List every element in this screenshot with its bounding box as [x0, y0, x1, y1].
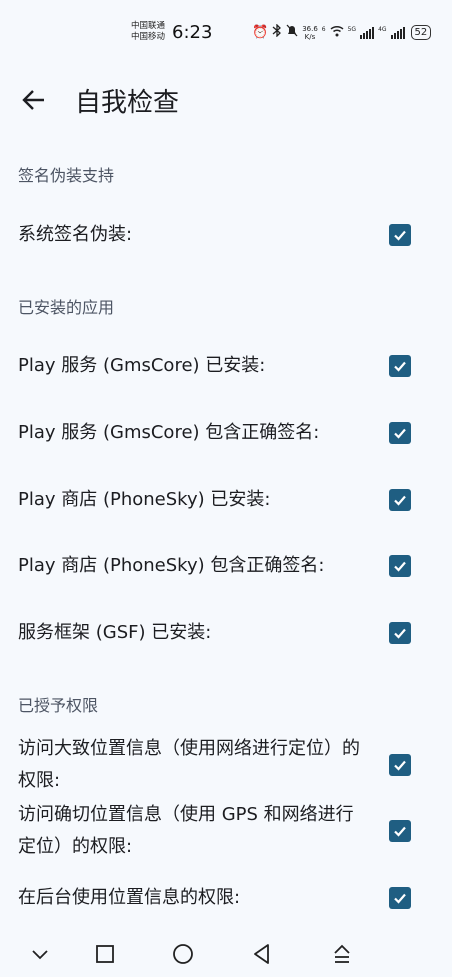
section-header-installed-apps: 已安装的应用: [18, 298, 115, 317]
status-icons: ⏰ 36.6 K/s 6 5G 4G 52: [252, 23, 432, 41]
square-icon: [96, 945, 114, 963]
carrier-labels: 中国联通 中国移动: [131, 21, 165, 43]
alarm-icon: ⏰: [252, 25, 269, 40]
checkmark-icon: [394, 628, 406, 639]
nav-recents-button[interactable]: [92, 941, 118, 967]
wifi-icon: [330, 25, 344, 41]
checkmark-icon: [394, 893, 406, 904]
checkmark-icon: [394, 760, 406, 771]
list-item[interactable]: Play 商店 (PhoneSky) 包含正确签名:: [0, 550, 452, 584]
sim2-network-type: 4G: [378, 26, 387, 33]
section-header-signature-spoofing: 签名伪装支持: [18, 166, 115, 185]
checkmark-icon: [394, 561, 406, 572]
list-item[interactable]: Play 商店 (PhoneSky) 已安装:: [0, 484, 452, 518]
page-title: 自我检查: [75, 88, 180, 118]
checkmark-icon: [394, 495, 406, 506]
sim1-network-type: 5G: [347, 26, 357, 33]
list-item[interactable]: Play 服务 (GmsCore) 包含正确签名:: [0, 417, 452, 451]
list-item[interactable]: 访问大致位置信息（使用网络进行定位）的权限:: [0, 733, 452, 797]
check-label: 访问确切位置信息（使用 GPS 和网络进行定位）的权限:: [18, 804, 354, 857]
list-item[interactable]: 访问确切位置信息（使用 GPS 和网络进行定位）的权限:: [0, 799, 452, 863]
check-label: Play 商店 (PhoneSky) 已安装:: [18, 489, 271, 510]
status-checkbox[interactable]: [389, 489, 411, 511]
sim1-signal-icon: [360, 26, 375, 39]
carrier-2: 中国移动: [131, 32, 166, 42]
back-button[interactable]: [20, 86, 48, 114]
check-label: Play 商店 (PhoneSky) 包含正确签名:: [18, 555, 325, 576]
list-item[interactable]: 服务框架 (GSF) 已安装:: [0, 617, 452, 651]
expand-up-icon: [334, 944, 350, 963]
status-checkbox[interactable]: [389, 622, 411, 644]
back-arrow-icon: [22, 90, 44, 110]
wifi-label: 6: [321, 26, 326, 33]
check-label: Play 服务 (GmsCore) 包含正确签名:: [18, 422, 320, 443]
triangle-back-icon: [254, 944, 269, 964]
bluetooth-icon: [272, 23, 282, 41]
chevron-down-icon: [32, 950, 48, 960]
status-checkbox[interactable]: [389, 887, 411, 909]
list-item[interactable]: 在后台使用位置信息的权限:: [0, 882, 452, 916]
status-checkbox[interactable]: [389, 224, 411, 246]
checkmark-icon: [394, 230, 406, 241]
sim2-signal-icon: [390, 26, 405, 39]
check-label: Play 服务 (GmsCore) 已安装:: [18, 355, 266, 376]
circle-icon: [173, 944, 193, 964]
check-label: 在后台使用位置信息的权限:: [18, 887, 241, 908]
system-nav-bar: [0, 931, 452, 977]
speed-value: 36.6: [302, 24, 318, 33]
nav-toolbox-button[interactable]: [329, 941, 355, 967]
list-item[interactable]: Play 服务 (GmsCore) 已安装:: [0, 350, 452, 384]
nav-collapse-button[interactable]: [27, 941, 53, 967]
status-time: 6:23: [172, 22, 213, 43]
battery-indicator: 52: [410, 25, 432, 40]
checkmark-icon: [394, 428, 406, 439]
section-header-granted-permissions: 已授予权限: [18, 696, 99, 715]
nav-back-button[interactable]: [249, 941, 275, 967]
list-item[interactable]: 系统签名伪装:: [0, 219, 452, 253]
check-label: 访问大致位置信息（使用网络进行定位）的权限:: [18, 738, 360, 791]
status-bar: 中国联通 中国移动 6:23 ⏰ 36.6 K/s 6 5G 4G 52: [0, 0, 452, 68]
mute-bell-icon: [286, 24, 298, 41]
status-checkbox[interactable]: [389, 422, 411, 444]
status-checkbox[interactable]: [389, 754, 411, 776]
checkmark-icon: [394, 361, 406, 372]
speed-unit: K/s: [304, 32, 316, 41]
carrier-1: 中国联通: [131, 21, 166, 31]
nav-home-button[interactable]: [170, 941, 196, 967]
check-label: 服务框架 (GSF) 已安装:: [18, 622, 212, 643]
app-bar: 自我检查: [0, 72, 452, 128]
status-checkbox[interactable]: [389, 355, 411, 377]
network-speed: 36.6 K/s: [302, 25, 318, 41]
check-label: 系统签名伪装:: [18, 224, 133, 245]
status-checkbox[interactable]: [389, 820, 411, 842]
checkmark-icon: [394, 826, 406, 837]
status-checkbox[interactable]: [389, 555, 411, 577]
